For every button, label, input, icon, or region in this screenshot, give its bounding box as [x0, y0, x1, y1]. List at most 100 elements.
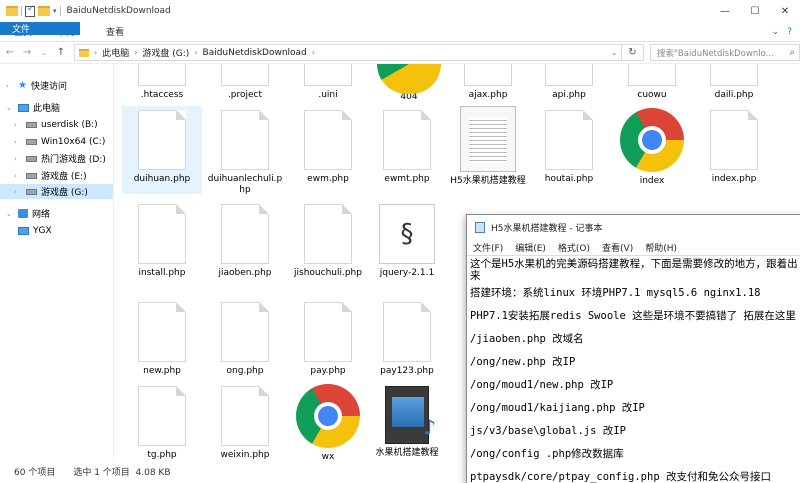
search-icon: ⌕: [789, 47, 795, 58]
new-folder-icon[interactable]: [38, 6, 50, 16]
nav-drive-g[interactable]: › 游戏盘 (G:): [0, 184, 113, 199]
address-dropdown-icon[interactable]: ⌄: [611, 49, 617, 57]
file-item[interactable]: .uini: [288, 64, 368, 101]
file-item[interactable]: ewmt.php: [367, 106, 447, 185]
file-item[interactable]: jishouchuli.php: [288, 204, 368, 279]
file-item[interactable]: daili.php: [694, 64, 774, 101]
tab-view[interactable]: 查看: [92, 22, 138, 41]
file-item[interactable]: § jquery-2.1.1: [367, 204, 447, 279]
text-line: ptpaysdk/core/ptpay_config.php 改支付和免公众号接…: [470, 471, 771, 483]
file-item[interactable]: pay.php: [288, 302, 368, 377]
up-icon[interactable]: ↑: [54, 47, 68, 58]
file-item[interactable]: tg.php: [122, 386, 202, 460]
breadcrumb-this-pc[interactable]: 此电脑: [102, 46, 129, 59]
expand-arrow-icon[interactable]: ⌄: [6, 104, 14, 112]
file-item[interactable]: houtai.php: [529, 106, 609, 185]
doc-icon: [304, 204, 352, 264]
menu-format[interactable]: 格式(O): [558, 241, 590, 254]
chevron-right-icon: ›: [94, 48, 98, 57]
expand-arrow-icon[interactable]: ›: [14, 155, 22, 163]
nav-drive-e[interactable]: › 游戏盘 (E:): [14, 168, 87, 183]
file-item[interactable]: ong.php: [205, 302, 285, 377]
doc-icon: [221, 64, 269, 86]
minimize-icon[interactable]: —: [710, 0, 740, 22]
file-item[interactable]: pay123.php: [367, 302, 447, 377]
file-item[interactable]: index: [612, 108, 692, 187]
file-item[interactable]: H5水果机搭建教程: [448, 106, 528, 187]
properties-icon[interactable]: [25, 4, 35, 17]
text-line: PHP7.1安装拓展redis Swoole 这些是环境不要搞错了 拓展在这里: [470, 310, 796, 322]
nav-network[interactable]: ⌄ 网络: [6, 206, 50, 221]
nav-drive-b[interactable]: › userdisk (B:): [14, 117, 98, 132]
expand-ribbon-icon[interactable]: ⌄: [772, 27, 780, 37]
address-bar[interactable]: › 此电脑 › 游戏盘 (G:) › BaiduNetdiskDownload …: [74, 44, 622, 61]
chevron-right-icon: ›: [311, 48, 315, 57]
file-item[interactable]: index.php: [694, 106, 774, 185]
expand-arrow-icon[interactable]: ›: [6, 82, 14, 90]
file-item[interactable]: duihuan.php: [122, 106, 202, 194]
expand-arrow-icon[interactable]: ›: [14, 121, 22, 129]
expand-arrow-icon[interactable]: ⌄: [6, 210, 14, 218]
selected-count: 选中 1 个项目: [73, 468, 130, 478]
recent-dropdown-icon[interactable]: ⌄: [37, 49, 51, 57]
windows-drive-icon: [26, 138, 37, 145]
nav-quick-access[interactable]: › ★ 快速访问: [6, 78, 67, 93]
breadcrumb-folder[interactable]: BaiduNetdiskDownload: [203, 48, 307, 58]
computer-icon: [18, 103, 29, 112]
item-count: 60 个项目: [14, 468, 56, 478]
video-icon: [385, 386, 436, 444]
nav-this-pc[interactable]: ⌄ 此电脑: [6, 100, 60, 115]
text-line: 这个是H5水果机的完美源码搭建教程，下面是需要修改的地方，跟着出来: [470, 258, 798, 282]
expand-arrow-icon[interactable]: ›: [14, 138, 22, 146]
file-item[interactable]: new.php: [122, 302, 202, 377]
address-row: ← → ⌄ ↑ › 此电脑 › 游戏盘 (G:) › BaiduNetdiskD…: [0, 42, 800, 64]
close-icon[interactable]: ✕: [770, 0, 800, 22]
doc-icon: [628, 64, 676, 86]
file-item[interactable]: wx: [288, 384, 368, 460]
file-item[interactable]: cuowu: [612, 64, 692, 101]
back-icon[interactable]: ←: [3, 47, 17, 58]
file-item[interactable]: 水果机搭建教程: [364, 386, 450, 459]
file-item[interactable]: ewm.php: [288, 106, 368, 185]
folder-icon: [79, 48, 89, 57]
menu-view[interactable]: 查看(V): [602, 241, 633, 254]
breadcrumb-drive[interactable]: 游戏盘 (G:): [142, 46, 189, 59]
file-item[interactable]: jiaoben.php: [205, 204, 285, 279]
status-bar: 60 个项目 选中 1 个项目 4.08 KB: [0, 460, 470, 483]
doc-icon: [464, 64, 512, 86]
file-item[interactable]: .htaccess: [122, 64, 202, 101]
text-file-icon: [460, 106, 516, 172]
text-line: /ong/config .php修改数据库: [470, 448, 624, 460]
doc-icon: [138, 386, 186, 446]
drive-icon: [26, 172, 37, 179]
file-item[interactable]: duihuanlechuli.php: [205, 106, 285, 196]
file-item[interactable]: 404: [369, 64, 449, 103]
file-item[interactable]: .project: [205, 64, 285, 101]
refresh-icon[interactable]: ↻: [622, 44, 644, 61]
expand-arrow-icon[interactable]: ›: [14, 188, 22, 196]
tab-file[interactable]: 文件: [0, 22, 80, 35]
doc-icon: [304, 302, 352, 362]
menu-file[interactable]: 文件(F): [473, 241, 503, 254]
nav-drive-d[interactable]: › 热门游戏盘 (D:): [14, 151, 106, 166]
file-item[interactable]: weixin.php: [205, 386, 285, 460]
help-icon[interactable]: ?: [787, 27, 792, 37]
forward-icon[interactable]: →: [20, 47, 34, 58]
notepad-text-area[interactable]: 这个是H5水果机的完美源码搭建教程，下面是需要修改的地方，跟着出来 搭建环境：系…: [467, 255, 800, 483]
nav-label: 快速访问: [30, 82, 67, 92]
file-item[interactable]: install.php: [122, 204, 202, 279]
nav-network-ygx[interactable]: YGX: [18, 223, 52, 238]
file-item[interactable]: ajax.php: [448, 64, 528, 101]
doc-icon: [221, 302, 269, 362]
menu-edit[interactable]: 编辑(E): [515, 241, 546, 254]
file-item[interactable]: api.php: [529, 64, 609, 101]
expand-arrow-icon[interactable]: ›: [14, 172, 22, 180]
search-input[interactable]: 搜索"BaiduNetdiskDownlo... ⌕: [650, 44, 800, 61]
menu-help[interactable]: 帮助(H): [645, 241, 677, 254]
ribbon-tabs: 文件 主页 共享 查看 ⌄ ?: [0, 22, 800, 42]
customize-dropdown-icon[interactable]: ▾: [53, 7, 57, 15]
doc-icon: [304, 110, 352, 170]
nav-drive-c[interactable]: › Win10x64 (C:): [14, 134, 105, 149]
window-title: BaiduNetdiskDownload: [66, 6, 171, 16]
maximize-icon[interactable]: ☐: [740, 0, 770, 22]
